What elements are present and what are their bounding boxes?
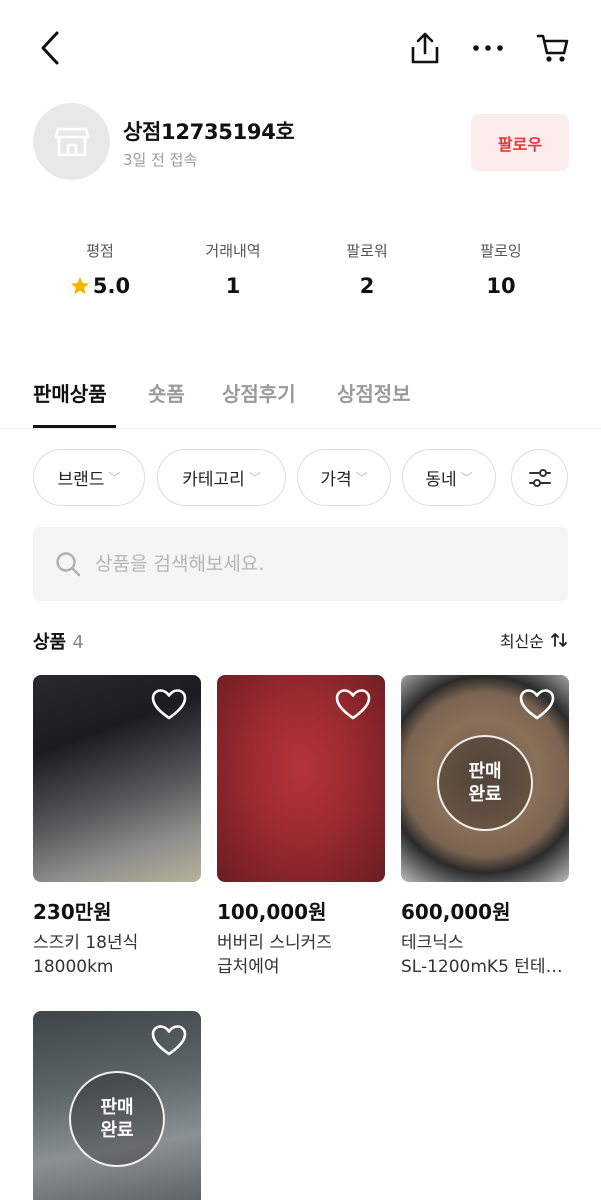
product-image[interactable] (217, 675, 385, 882)
more-icon[interactable] (466, 26, 510, 70)
stat-value: 10 (486, 274, 516, 298)
product-title-line: 스즈키 18년식 (33, 933, 139, 953)
sold-label-line: 판매 (468, 760, 502, 782)
stat-rating[interactable]: 평점 5.0 (33, 240, 167, 298)
stat-value: 2 (359, 274, 375, 298)
product-image[interactable]: 판매 완료 (33, 1011, 201, 1200)
shop-stats: 평점 5.0 거래내역 1 팔로워 2 팔로잉 10 (0, 240, 601, 310)
heart-icon[interactable] (151, 1025, 187, 1057)
stat-label: 팔로잉 (480, 242, 522, 260)
product-price: 230만원 (33, 900, 112, 924)
filter-label: 가격 (320, 470, 352, 490)
filter-brand[interactable]: 브랜드 ﹀ (33, 449, 145, 506)
store-icon (54, 127, 89, 156)
cart-icon[interactable] (531, 26, 575, 70)
filter-label: 카테고리 (182, 470, 245, 490)
active-tab-indicator (33, 425, 116, 428)
search-input[interactable] (95, 553, 525, 575)
list-title-text: 상품 (33, 632, 67, 653)
sold-label-line: 판매 (100, 1096, 134, 1118)
stat-value: 1 (225, 274, 241, 298)
stat-label: 팔로워 (346, 242, 388, 260)
stat-label: 평점 (86, 242, 114, 260)
star-icon (70, 277, 89, 295)
shop-profile: 상점12735194호 3일 전 접속 팔로우 (33, 103, 573, 183)
product-title-line: SL-1200mK5 턴테이블 (401, 957, 569, 977)
stat-followers[interactable]: 팔로워 2 (300, 240, 434, 298)
product-card[interactable]: 판매 완료 (33, 1011, 201, 1200)
product-card[interactable]: 판매 완료 600,000원 테크닉스 SL-1200mK5 턴테이블 (401, 675, 569, 979)
product-image[interactable]: 판매 완료 (401, 675, 569, 882)
stat-transactions[interactable]: 거래내역 1 (166, 240, 300, 298)
product-title-line: 테크닉스 (401, 933, 464, 953)
product-card[interactable]: 230만원 스즈키 18년식 18000km (33, 675, 201, 979)
product-title: 스즈키 18년식 18000km (33, 931, 201, 979)
heart-icon[interactable] (151, 689, 187, 721)
sold-out-badge: 판매 완료 (69, 1071, 165, 1167)
filter-settings-button[interactable] (511, 449, 568, 506)
search-icon (56, 552, 81, 577)
filter-neighborhood[interactable]: 동네 ﹀ (402, 449, 496, 506)
filter-label: 동네 (425, 470, 457, 490)
sold-label-line: 완료 (468, 784, 502, 805)
sort-label: 최신순 (499, 632, 544, 651)
stat-value: 5.0 (92, 274, 131, 298)
product-title-line: 급처에여 (217, 957, 280, 977)
chevron-down-icon: ﹀ (108, 471, 121, 485)
heart-icon[interactable] (335, 689, 371, 721)
heart-icon[interactable] (519, 689, 555, 721)
list-header: 상품 4 최신순 (33, 628, 568, 656)
product-image[interactable] (33, 675, 201, 882)
last-seen: 3일 전 접속 (123, 151, 198, 169)
sort-button[interactable]: 최신순 (500, 628, 568, 652)
back-icon[interactable] (28, 26, 72, 70)
sold-out-badge: 판매 완료 (437, 735, 533, 831)
shop-name: 상점12735194호 (123, 120, 295, 144)
follow-button[interactable]: 팔로우 (471, 114, 569, 171)
filter-bar: 브랜드 ﹀ 카테고리 ﹀ 가격 ﹀ 동네 ﹀ (33, 449, 601, 506)
avatar[interactable] (33, 103, 110, 180)
share-icon[interactable] (403, 26, 447, 70)
chevron-down-icon: ﹀ (248, 471, 261, 485)
tab-products[interactable]: 판매상품 (33, 378, 107, 407)
chevron-down-icon: ﹀ (460, 471, 473, 485)
sort-arrows-icon (551, 633, 567, 647)
filter-price[interactable]: 가격 ﹀ (297, 449, 391, 506)
filter-category[interactable]: 카테고리 ﹀ (157, 449, 286, 506)
list-title: 상품 4 (33, 628, 84, 654)
product-title: 버버리 스니커즈 급처에여 (217, 931, 385, 979)
top-bar (0, 0, 601, 100)
product-title-line: 18000km (33, 957, 114, 977)
sliders-icon (528, 468, 551, 487)
product-card[interactable]: 100,000원 버버리 스니커즈 급처에여 (217, 675, 385, 979)
tab-bar: 판매상품 숏폼 상점후기 상점정보 (0, 372, 601, 429)
chevron-down-icon: ﹀ (355, 471, 368, 485)
filter-label: 브랜드 (57, 470, 105, 490)
product-price: 100,000원 (217, 900, 327, 924)
search-bar (33, 527, 568, 601)
product-price: 600,000원 (401, 900, 511, 924)
product-title: 테크닉스 SL-1200mK5 턴테이블 (401, 931, 569, 979)
tab-shop-info[interactable]: 상점정보 (337, 378, 411, 407)
stat-label: 거래내역 (205, 242, 261, 260)
stat-following[interactable]: 팔로잉 10 (434, 240, 568, 298)
tab-reviews[interactable]: 상점후기 (222, 378, 296, 407)
sold-label-line: 완료 (100, 1120, 134, 1141)
tab-shorts[interactable]: 숏폼 (148, 378, 185, 407)
product-title-line: 버버리 스니커즈 (217, 933, 332, 953)
list-count: 4 (72, 632, 84, 653)
